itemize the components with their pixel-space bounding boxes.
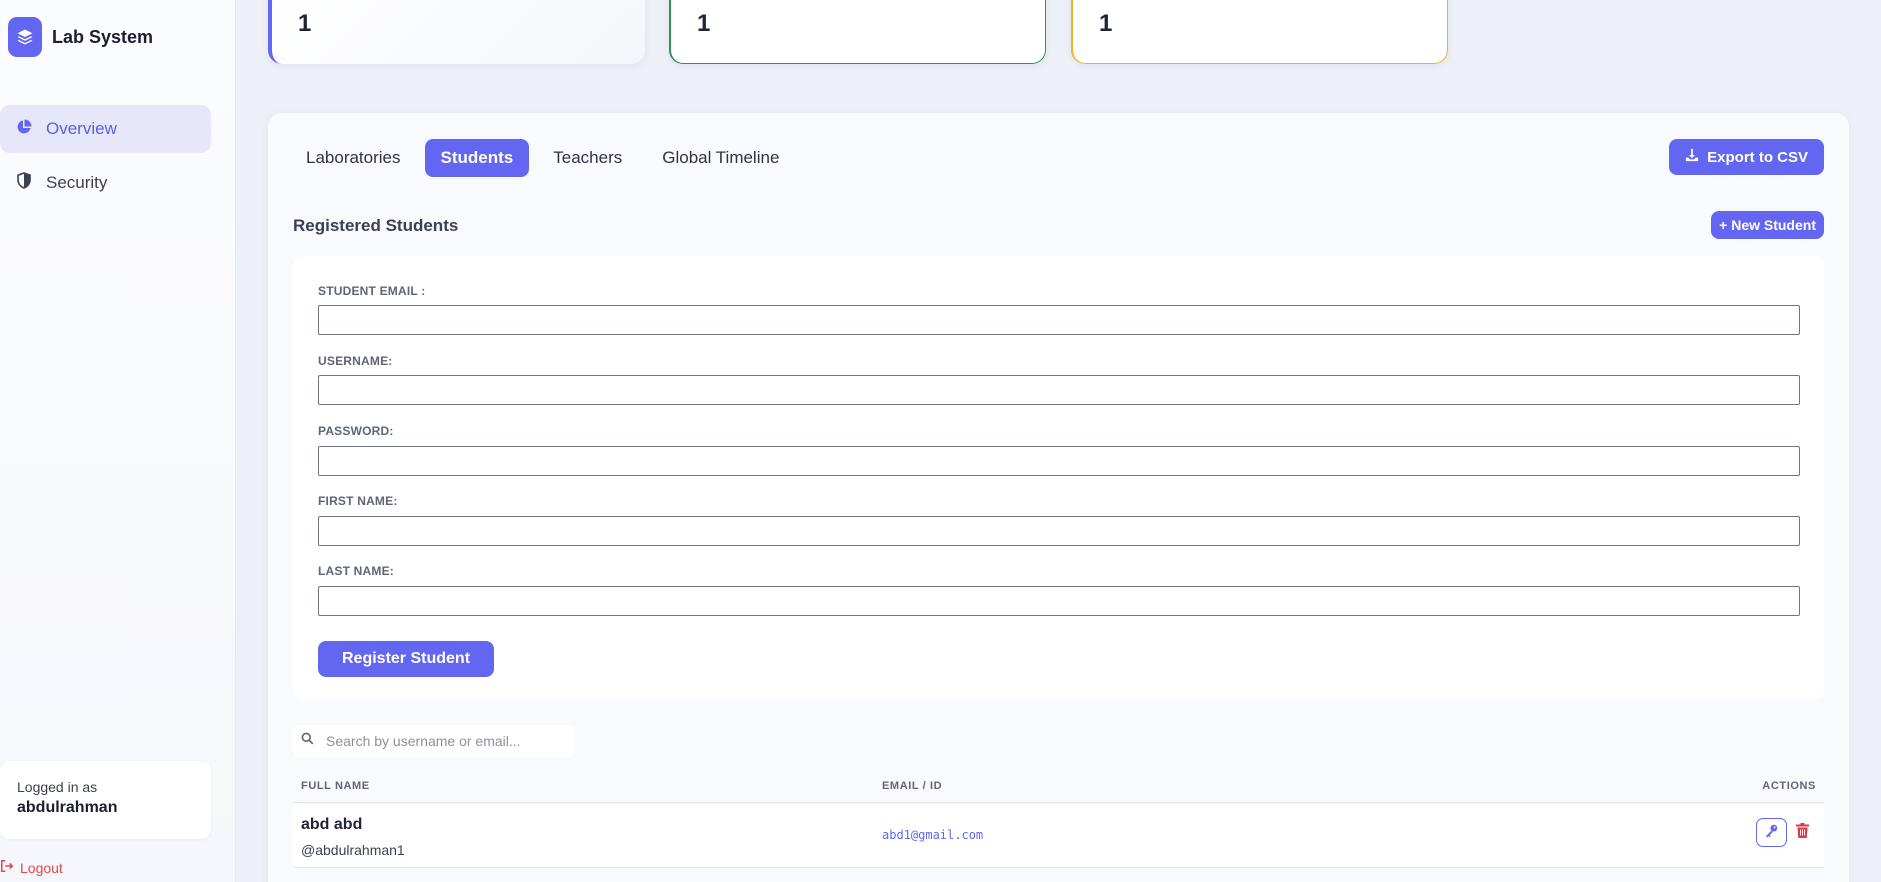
table-header: FULL NAME EMAIL / ID ACTIONS [293,768,1824,803]
first-name-input[interactable] [318,516,1800,546]
first-name-label: FIRST NAME: [318,494,398,508]
export-csv-button[interactable]: Export to CSV [1669,139,1824,175]
download-icon [1685,148,1699,166]
logout-button[interactable]: Logout [0,859,63,876]
trash-icon [1796,823,1809,842]
username-input[interactable] [318,375,1800,405]
tab-teachers[interactable]: Teachers [537,139,638,177]
register-student-form: STUDENT EMAIL : USERNAME: PASSWORD: FIRS… [293,256,1824,700]
user-card: Logged in as abdulrahman [0,761,211,839]
last-name-input[interactable] [318,586,1800,616]
logout-label: Logout [20,859,63,876]
stat-value: 1 [1099,10,1113,37]
username-label: USERNAME: [318,354,393,368]
username: abdulrahman [17,799,118,816]
student-email-label: STUDENT EMAIL : [318,284,426,298]
password-label: PASSWORD: [318,424,394,438]
tab-global-timeline[interactable]: Global Timeline [646,139,795,177]
sidebar-item-security[interactable]: Security [0,159,211,207]
search-icon [301,732,314,750]
stat-value: 1 [697,10,711,37]
stat-card-1: 1 [268,0,645,64]
student-email-input[interactable] [318,305,1800,335]
logged-in-label: Logged in as [17,779,98,795]
section-title: Registered Students [293,216,459,235]
stat-card-2: 1 [669,0,1046,64]
sidebar-item-label: Overview [46,119,117,138]
password-input[interactable] [318,446,1800,476]
search-input[interactable] [326,733,566,749]
last-name-label: LAST NAME: [318,564,394,578]
column-header-full-name: FULL NAME [301,780,370,792]
stat-value: 1 [298,10,312,37]
register-student-button[interactable]: Register Student [318,641,495,677]
column-header-actions: ACTIONS [1762,780,1816,792]
sidebar-item-overview[interactable]: Overview [0,105,211,153]
main-panel: Laboratories Students Teachers Global Ti… [268,113,1849,882]
sidebar: Lab System Overview Security Logged in a… [0,0,236,882]
brand[interactable]: Lab System [8,17,153,57]
stat-card-3: 1 [1071,0,1448,64]
reset-password-button[interactable] [1756,818,1787,847]
tab-students[interactable]: Students [424,139,530,177]
delete-student-button[interactable] [1796,823,1809,843]
sidebar-item-label: Security [46,173,108,192]
column-header-email: EMAIL / ID [882,780,943,792]
logout-icon [0,859,14,876]
search-box [293,725,575,757]
tab-bar: Laboratories Students Teachers Global Ti… [290,139,795,177]
shield-icon [16,172,32,194]
key-icon [1764,823,1779,843]
export-label: Export to CSV [1707,148,1808,166]
tab-laboratories[interactable]: Laboratories [290,139,417,177]
layers-icon [8,17,42,57]
new-student-button[interactable]: + New Student [1711,211,1824,239]
brand-title: Lab System [52,26,154,47]
table-row: abd abd @abdulrahman1 abd1@gmail.com [293,804,1824,868]
student-full-name: abd abd [301,816,363,833]
student-username: @abdulrahman1 [301,842,405,858]
pie-chart-icon [16,119,32,140]
student-email: abd1@gmail.com [882,828,984,842]
